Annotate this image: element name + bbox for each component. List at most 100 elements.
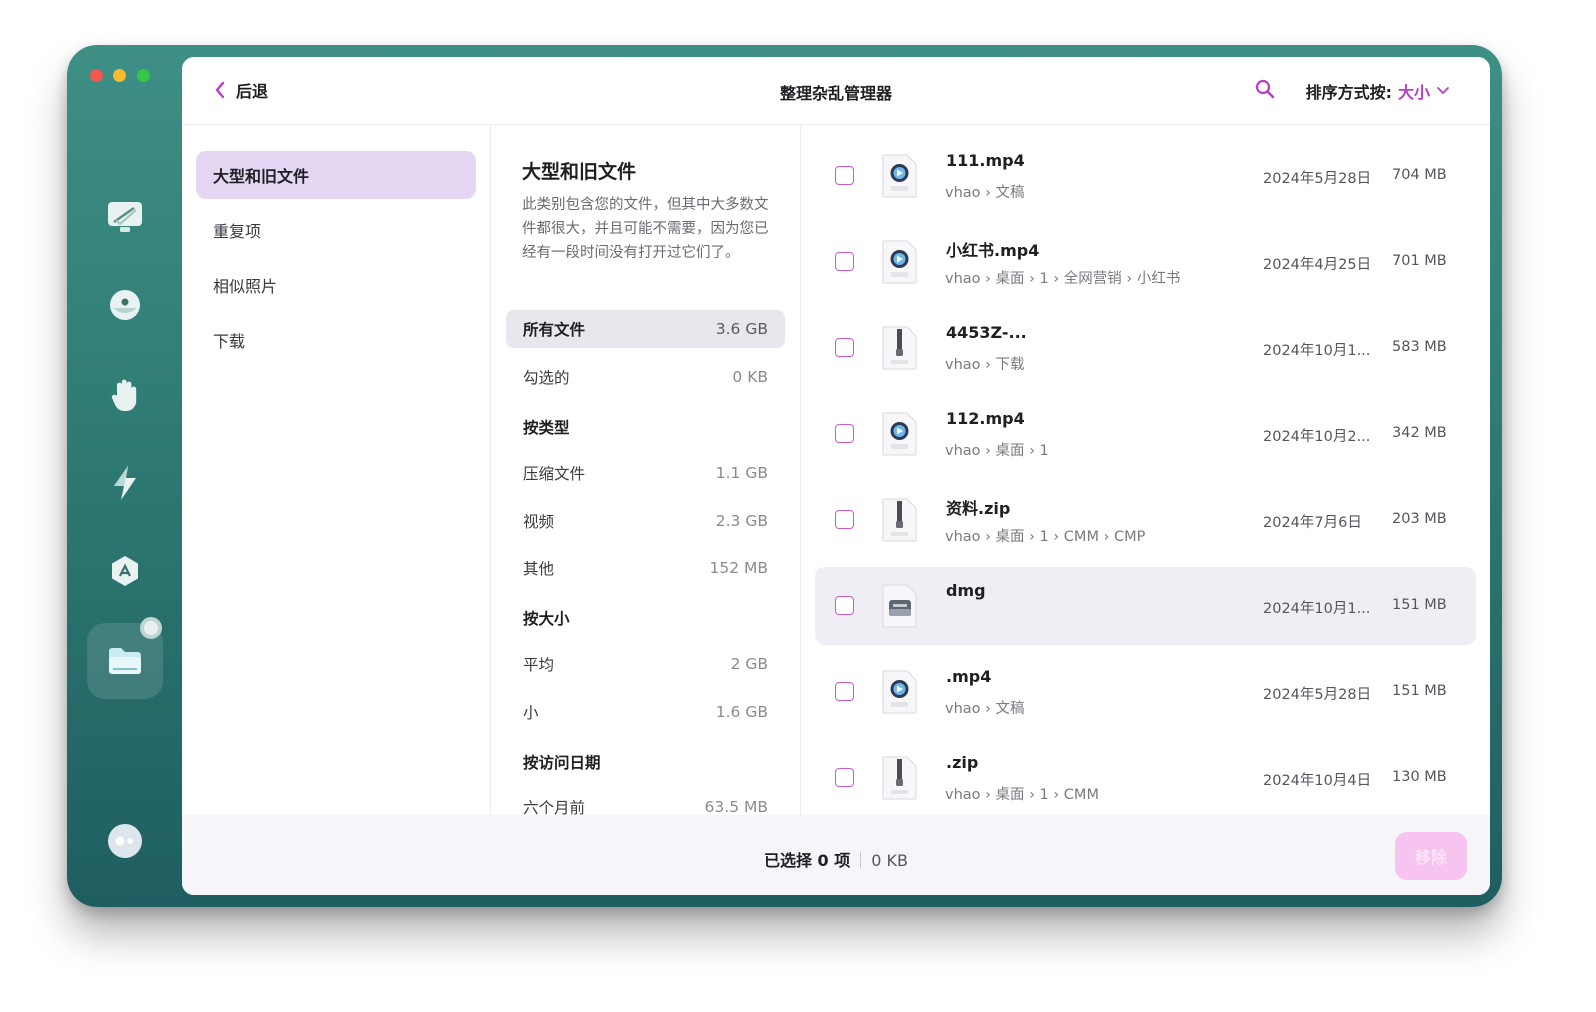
file-date: 2024年5月28日 [1263, 171, 1372, 187]
file-size: 151 MB [1392, 597, 1447, 613]
filter-heading-type: 按类型 [523, 419, 570, 437]
section-description: 此类别包含您的文件，但其中大多数文件都很大，并且可能不需要，因为您已经有一段时间… [522, 197, 769, 261]
file-size: 701 MB [1392, 253, 1447, 269]
file-checkbox[interactable] [835, 166, 854, 185]
file-row[interactable]: .zip vhao › 桌面 › 1 › CMM 2024年10月4日 130 MB [815, 739, 1476, 815]
file-date: 2024年4月25日 [1263, 257, 1372, 273]
filter-value: 0 KB [732, 368, 768, 386]
minimize-window-button[interactable] [113, 69, 126, 82]
zoom-window-button[interactable] [137, 69, 150, 82]
assistant-icon[interactable] [103, 819, 147, 863]
file-path: vhao › 桌面 › 1 [945, 443, 1049, 459]
nav-item-downloads[interactable]: 下载 [196, 316, 476, 364]
nav-item-large-old-files[interactable]: 大型和旧文件 [196, 151, 476, 199]
file-checkbox[interactable] [835, 424, 854, 443]
applications-icon[interactable] [103, 549, 147, 593]
filter-label: 视频 [523, 513, 555, 531]
zip-file-icon [881, 755, 919, 805]
nav-item-label: 下载 [213, 332, 246, 351]
filter-column: 大型和旧文件 此类别包含您的文件，但其中大多数文件都很大，并且可能不需要，因为您… [491, 125, 801, 815]
filter-label: 压缩文件 [523, 465, 586, 483]
file-checkbox[interactable] [835, 768, 854, 787]
selected-size: 0 KB [871, 851, 908, 870]
file-path: vhao › 文稿 [945, 185, 1025, 201]
privacy-hand-icon[interactable] [103, 373, 147, 417]
file-size: 203 MB [1392, 511, 1447, 527]
file-row[interactable]: .mp4 vhao › 文稿 2024年5月28日 151 MB [815, 653, 1476, 731]
file-path: vhao › 桌面 › 1 › 全网营销 › 小红书 [945, 271, 1181, 287]
filter-label: 六个月前 [523, 799, 586, 815]
protection-icon[interactable] [103, 283, 147, 327]
video-file-icon [881, 239, 919, 289]
file-checkbox[interactable] [835, 596, 854, 615]
filter-label: 小 [523, 704, 539, 722]
app-window: 后退 整理杂乱管理器 排序方式按: 大小 大型和旧文件 重复项 相似照片 下载 … [67, 45, 1502, 907]
video-file-icon [881, 411, 919, 461]
file-checkbox[interactable] [835, 510, 854, 529]
cleanup-icon[interactable] [103, 195, 147, 239]
nav-item-label: 大型和旧文件 [213, 167, 310, 186]
filter-value: 152 MB [709, 559, 768, 577]
filter-videos[interactable]: 视频 2.3 GB [506, 502, 785, 540]
search-icon[interactable] [1255, 79, 1275, 103]
selection-summary: 已选择 0 项 0 KB [182, 847, 1490, 871]
file-name: 4453Z-... [946, 323, 1027, 342]
filter-checked[interactable]: 勾选的 0 KB [506, 358, 785, 396]
file-row[interactable]: 小红书.mp4 vhao › 桌面 › 1 › 全网营销 › 小红书 2024年4月… [815, 223, 1476, 301]
video-file-icon [881, 669, 919, 719]
disk-image-icon [881, 583, 919, 633]
filter-value: 1.1 GB [715, 464, 768, 482]
nav-item-duplicates[interactable]: 重复项 [196, 206, 476, 254]
file-name: 112.mp4 [946, 409, 1025, 428]
file-size: 704 MB [1392, 167, 1447, 183]
files-folder-icon[interactable] [103, 639, 147, 683]
remove-button[interactable]: 移除 [1395, 832, 1467, 880]
filter-date-six-months[interactable]: 六个月前 63.5 MB [506, 788, 785, 815]
filter-value: 3.6 GB [715, 320, 768, 338]
file-size: 342 MB [1392, 425, 1447, 441]
file-name: 111.mp4 [946, 151, 1025, 170]
file-row[interactable]: dmg 2024年10月1... 151 MB [815, 567, 1476, 645]
filter-label: 平均 [523, 656, 555, 674]
notification-dot [140, 617, 162, 639]
selected-count: 已选择 0 项 [763, 851, 851, 870]
file-date: 2024年10月4日 [1263, 773, 1372, 789]
filter-label: 勾选的 [523, 369, 570, 387]
filter-all-files[interactable]: 所有文件 3.6 GB [506, 310, 785, 348]
file-row[interactable]: 4453Z-... vhao › 下载 2024年10月1... 583 MB [815, 309, 1476, 387]
filter-size-average[interactable]: 平均 2 GB [506, 645, 785, 683]
file-date: 2024年10月1... [1263, 343, 1371, 359]
file-date: 2024年10月1... [1263, 601, 1371, 617]
filter-heading-date: 按访问日期 [523, 754, 601, 772]
file-date: 2024年10月2... [1263, 429, 1371, 445]
filter-size-small[interactable]: 小 1.6 GB [506, 693, 785, 731]
section-title: 大型和旧文件 [522, 161, 637, 183]
file-checkbox[interactable] [835, 682, 854, 701]
nav-item-label: 相似照片 [213, 277, 278, 296]
file-path: vhao › 桌面 › 1 › CMM › CMP [945, 529, 1146, 545]
top-bar: 后退 整理杂乱管理器 排序方式按: 大小 [182, 57, 1490, 125]
main-panel: 后退 整理杂乱管理器 排序方式按: 大小 大型和旧文件 重复项 相似照片 下载 … [182, 57, 1490, 895]
sort-selector[interactable]: 排序方式按: 大小 [1306, 79, 1450, 103]
file-row[interactable]: 112.mp4 vhao › 桌面 › 1 2024年10月2... 342 MB [815, 395, 1476, 473]
close-window-button[interactable] [90, 69, 103, 82]
filter-other[interactable]: 其他 152 MB [506, 549, 785, 587]
filter-value: 1.6 GB [715, 703, 768, 721]
file-row[interactable]: 111.mp4 vhao › 文稿 2024年5月28日 704 MB [815, 137, 1476, 215]
category-sidebar: 大型和旧文件 重复项 相似照片 下载 [182, 125, 491, 815]
nav-item-similar-photos[interactable]: 相似照片 [196, 261, 476, 309]
filter-archives[interactable]: 压缩文件 1.1 GB [506, 454, 785, 492]
file-path: vhao › 下载 [945, 357, 1025, 373]
speed-bolt-icon[interactable] [103, 461, 147, 505]
filter-value: 2 GB [730, 655, 768, 673]
file-size: 151 MB [1392, 683, 1447, 699]
sort-label: 排序方式按: [1305, 83, 1392, 102]
file-checkbox[interactable] [835, 252, 854, 271]
file-date: 2024年5月28日 [1263, 687, 1372, 703]
bottom-bar: 已选择 0 项 0 KB 移除 [182, 815, 1490, 895]
file-checkbox[interactable] [835, 338, 854, 357]
filter-value: 63.5 MB [704, 798, 768, 815]
file-path: vhao › 文稿 [945, 701, 1025, 717]
file-row[interactable]: 资料.zip vhao › 桌面 › 1 › CMM › CMP 2024年7月6日… [815, 481, 1476, 559]
file-name: .zip [946, 753, 979, 772]
